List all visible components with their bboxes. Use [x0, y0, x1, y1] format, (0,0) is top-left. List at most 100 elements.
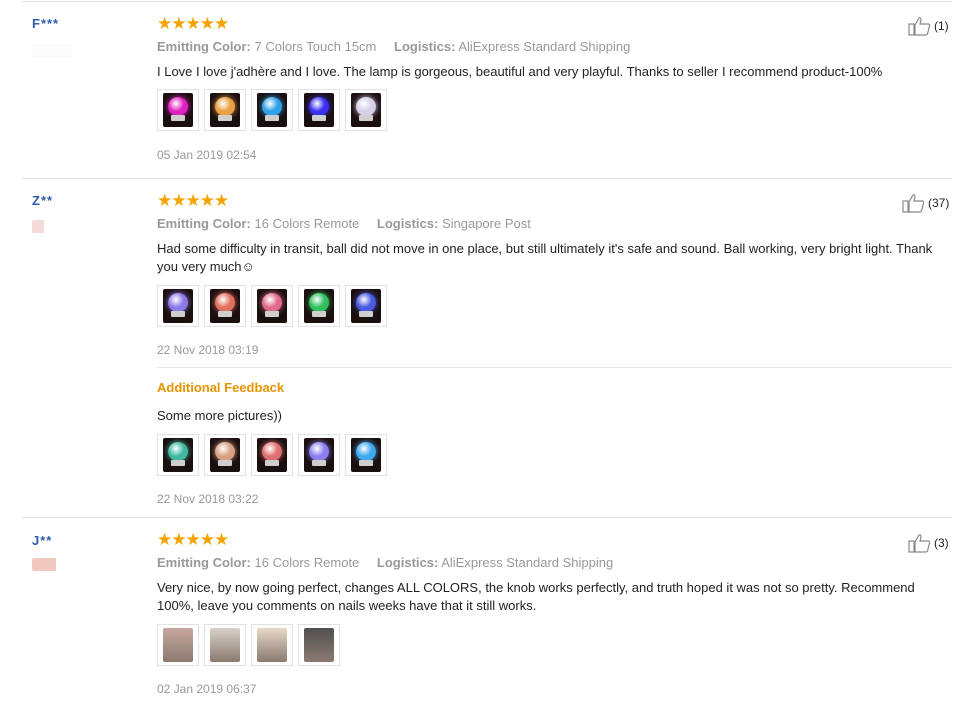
lamp-ball: [356, 97, 376, 116]
review-photo-thumbnail[interactable]: [298, 624, 340, 666]
review-photo-thumbnail[interactable]: [251, 89, 293, 131]
photo-background: [304, 628, 334, 662]
lamp-stand: [312, 311, 326, 317]
helpful-count: (3): [934, 536, 949, 550]
lamp-stand: [312, 115, 326, 121]
review-text: Very nice, by now going perfect, changes…: [157, 580, 915, 613]
review-date: 22 Nov 2018 03:19: [157, 343, 259, 357]
top-divider: [22, 1, 952, 2]
review-photo-thumbnail[interactable]: [204, 285, 246, 327]
review-meta: Emitting Color: 16 Colors Remote Logisti…: [157, 216, 531, 231]
review-divider: [22, 517, 952, 518]
color-label: Emitting Color:: [157, 216, 251, 231]
logistics-value: AliExpress Standard Shipping: [458, 39, 631, 54]
photo-background: [257, 628, 287, 662]
lamp-stand: [171, 460, 185, 466]
star-rating: ★★★★★: [157, 14, 229, 33]
lamp-ball: [262, 442, 282, 461]
review-photo-thumbnail[interactable]: [345, 434, 387, 476]
lamp-stand: [171, 115, 185, 121]
color-value: 7 Colors Touch 15cm: [254, 39, 377, 54]
lamp-ball: [356, 442, 376, 461]
lamp-ball: [309, 442, 329, 461]
review-divider: [22, 178, 952, 179]
color-value: 16 Colors Remote: [254, 555, 360, 570]
reviewer-name: F***: [32, 16, 60, 31]
lamp-stand: [218, 460, 232, 466]
color-label: Emitting Color:: [157, 39, 251, 54]
reviewer-name: Z**: [32, 193, 54, 208]
review-photo-thumbnail[interactable]: [157, 434, 199, 476]
logistics-label: Logistics:: [376, 216, 439, 231]
star-rating: ★★★★★: [157, 191, 229, 210]
helpful-button[interactable]: (3): [908, 533, 949, 553]
review-date: 05 Jan 2019 02:54: [157, 148, 257, 162]
review-photo-thumbnail[interactable]: [345, 285, 387, 327]
lamp-stand: [359, 460, 373, 466]
photo-background: [163, 628, 193, 662]
review-date: 02 Jan 2019 06:37: [157, 682, 257, 696]
review-photo-thumbnail[interactable]: [157, 285, 199, 327]
review-photos: [157, 285, 387, 327]
reviewer-name: J**: [32, 533, 53, 548]
lamp-stand: [312, 460, 326, 466]
helpful-button[interactable]: (37): [902, 193, 949, 213]
lamp-ball: [215, 97, 235, 116]
helpful-count: (37): [928, 196, 950, 210]
lamp-ball: [168, 442, 188, 461]
lamp-stand: [359, 115, 373, 121]
review-photo-thumbnail[interactable]: [298, 434, 340, 476]
country-flag: [32, 44, 72, 57]
country-flag: [32, 220, 72, 233]
lamp-ball: [168, 293, 188, 312]
review-photos: [157, 624, 340, 666]
review-photo-thumbnail[interactable]: [251, 624, 293, 666]
lamp-ball: [262, 293, 282, 312]
logistics-label: Logistics:: [376, 555, 439, 570]
lamp-ball: [215, 442, 235, 461]
lamp-stand: [265, 311, 279, 317]
review-photo-thumbnail[interactable]: [204, 434, 246, 476]
logistics-value: AliExpress Standard Shipping: [441, 555, 614, 570]
review-photo-thumbnail[interactable]: [204, 89, 246, 131]
helpful-button[interactable]: (1): [908, 16, 949, 36]
review-meta: Emitting Color: 16 Colors Remote Logisti…: [157, 555, 613, 570]
review-photo-thumbnail[interactable]: [157, 89, 199, 131]
lamp-stand: [218, 115, 232, 121]
review-photo-thumbnail[interactable]: [157, 624, 199, 666]
lamp-ball: [262, 97, 282, 116]
review-text: Had some difficulty in transit, ball did…: [157, 241, 933, 274]
additional-feedback-heading: Additional Feedback: [157, 380, 285, 395]
lamp-ball: [309, 293, 329, 312]
color-label: Emitting Color:: [157, 555, 251, 570]
thumbs-up-icon: [902, 194, 925, 213]
additional-feedback-photos: [157, 434, 387, 476]
review-photos: [157, 89, 387, 131]
lamp-ball: [215, 293, 235, 312]
feedback-divider: [157, 367, 952, 368]
photo-background: [210, 628, 240, 662]
lamp-stand: [265, 115, 279, 121]
star-rating: ★★★★★: [157, 530, 229, 549]
lamp-ball: [309, 97, 329, 116]
review-photo-thumbnail[interactable]: [345, 89, 387, 131]
thumbs-up-icon: [908, 534, 931, 553]
thumbs-up-icon: [908, 17, 931, 36]
lamp-ball: [168, 97, 188, 116]
helpful-count: (1): [934, 19, 949, 33]
review-photo-thumbnail[interactable]: [298, 89, 340, 131]
lamp-stand: [265, 460, 279, 466]
review-photo-thumbnail[interactable]: [251, 434, 293, 476]
review-photo-thumbnail[interactable]: [298, 285, 340, 327]
review-meta: Emitting Color: 7 Colors Touch 15cm Logi…: [157, 39, 630, 54]
review-photo-thumbnail[interactable]: [251, 285, 293, 327]
logistics-value: Singapore Post: [441, 216, 531, 231]
review-text: I Love I love j'adhère and I love. The l…: [157, 64, 883, 79]
lamp-stand: [359, 311, 373, 317]
lamp-stand: [171, 311, 185, 317]
color-value: 16 Colors Remote: [254, 216, 360, 231]
additional-feedback-date: 22 Nov 2018 03:22: [157, 492, 259, 506]
lamp-ball: [356, 293, 376, 312]
review-photo-thumbnail[interactable]: [204, 624, 246, 666]
country-flag: [32, 558, 72, 571]
